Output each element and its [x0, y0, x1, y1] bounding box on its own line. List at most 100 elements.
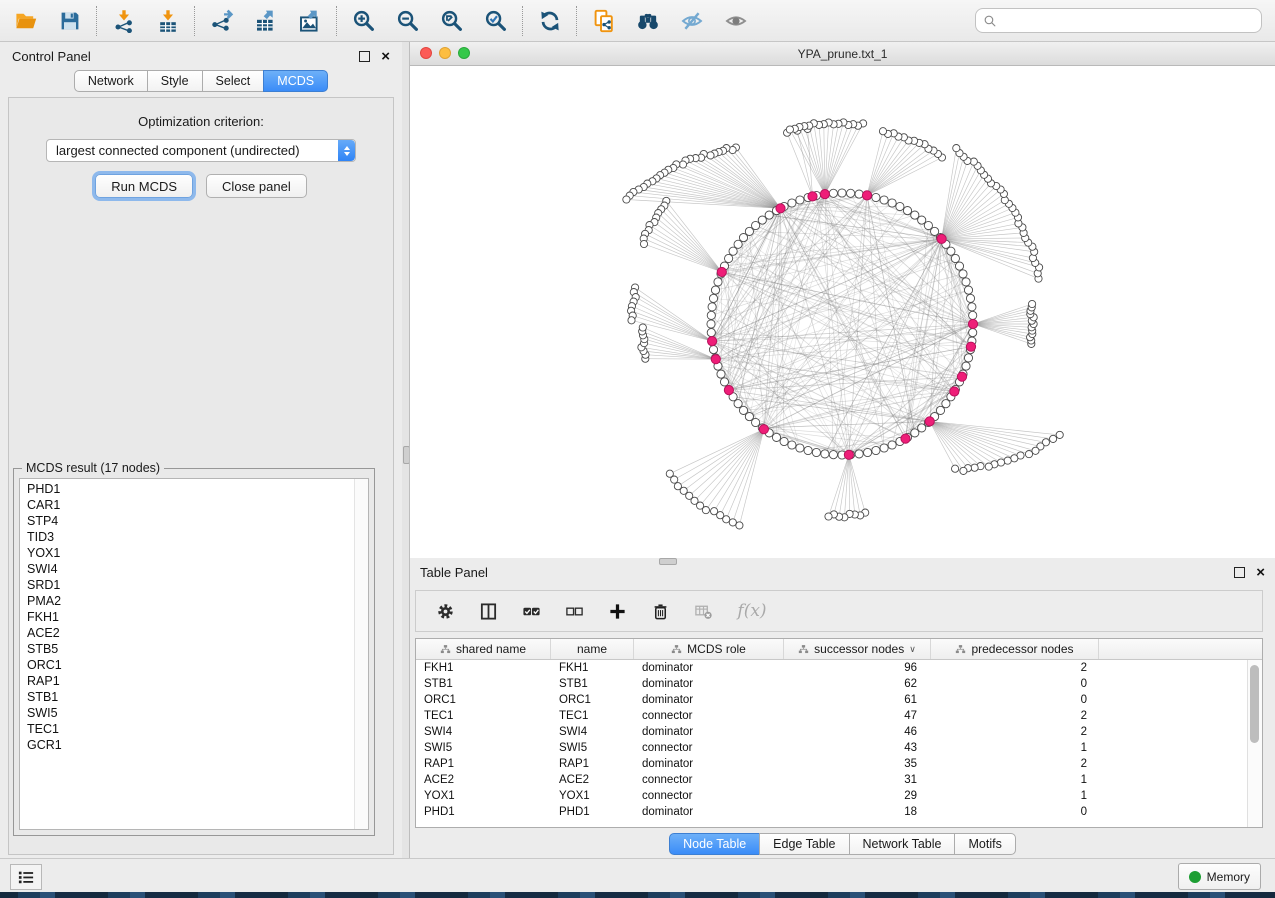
table-tab-network-table[interactable]: Network Table [849, 833, 956, 855]
network-node[interactable] [1029, 300, 1036, 307]
tab-mcds[interactable]: MCDS [263, 70, 328, 92]
cell-predecessor-nodes[interactable]: 2 [931, 756, 1099, 772]
sort-indicator-icon[interactable]: ∨ [909, 644, 916, 655]
network-node[interactable] [1050, 435, 1057, 442]
network-node[interactable] [679, 161, 686, 168]
network-node[interactable] [1004, 457, 1011, 464]
cell-MCDS-role[interactable]: dominator [634, 724, 784, 740]
network-node[interactable] [765, 211, 773, 219]
cell-name[interactable]: ORC1 [551, 692, 634, 708]
close-panel-icon[interactable]: × [381, 52, 390, 61]
network-node[interactable] [864, 448, 872, 456]
network-node[interactable] [855, 450, 863, 458]
mcds-result-item[interactable]: YOX1 [20, 545, 354, 561]
cell-MCDS-role[interactable]: dominator [634, 756, 784, 772]
network-node[interactable] [947, 247, 955, 255]
export-image-icon[interactable] [297, 8, 323, 34]
select-all-icon[interactable] [520, 600, 542, 622]
mcds-result-item[interactable]: TEC1 [20, 721, 354, 737]
network-window-titlebar[interactable]: YPA_prune.txt_1 [410, 42, 1275, 66]
network-node[interactable] [729, 519, 736, 526]
network-canvas[interactable] [410, 66, 1274, 558]
mcds-result-item[interactable]: FKH1 [20, 609, 354, 625]
table-row[interactable]: YOX1YOX1connector291 [416, 788, 1262, 804]
delete-column-icon[interactable] [649, 600, 671, 622]
mcds-hub-node[interactable] [808, 192, 817, 201]
cell-name[interactable]: SWI4 [551, 724, 634, 740]
window-minimize-icon[interactable] [439, 47, 451, 59]
mcds-result-item[interactable]: PMA2 [20, 593, 354, 609]
network-node[interactable] [962, 362, 970, 370]
network-node[interactable] [964, 354, 972, 362]
mcds-hub-node[interactable] [820, 190, 829, 199]
cell-name[interactable]: TEC1 [551, 708, 634, 724]
cell-shared-name[interactable]: ORC1 [416, 692, 551, 708]
tab-style[interactable]: Style [147, 70, 203, 92]
network-node[interactable] [707, 320, 715, 328]
column-header-shared-name[interactable]: shared name [416, 639, 551, 659]
network-node[interactable] [709, 346, 717, 354]
network-node[interactable] [969, 311, 977, 319]
cell-shared-name[interactable]: SWI4 [416, 724, 551, 740]
close-table-panel-icon[interactable]: × [1256, 568, 1265, 577]
network-node[interactable] [707, 311, 715, 319]
mcds-result-item[interactable]: SWI5 [20, 705, 354, 721]
mcds-hub-node[interactable] [957, 372, 966, 381]
zoom-selected-icon[interactable] [483, 8, 509, 34]
cell-predecessor-nodes[interactable]: 0 [931, 676, 1099, 692]
mcds-result-item[interactable]: RAP1 [20, 673, 354, 689]
network-node[interactable] [985, 463, 992, 470]
cell-successor-nodes[interactable]: 43 [784, 740, 931, 756]
cell-predecessor-nodes[interactable]: 2 [931, 660, 1099, 676]
table-row[interactable]: PHD1PHD1dominator180 [416, 804, 1262, 820]
network-node[interactable] [880, 196, 888, 204]
network-node[interactable] [711, 508, 718, 515]
network-node[interactable] [720, 378, 728, 386]
cell-successor-nodes[interactable]: 47 [784, 708, 931, 724]
float-table-panel-icon[interactable] [1234, 567, 1245, 578]
cell-successor-nodes[interactable]: 62 [784, 676, 931, 692]
network-node[interactable] [739, 234, 747, 242]
table-scrollbar-thumb[interactable] [1250, 665, 1259, 743]
mcds-hub-node[interactable] [844, 450, 853, 459]
network-node[interactable] [758, 216, 766, 224]
mcds-result-item[interactable]: CAR1 [20, 497, 354, 513]
network-node[interactable] [955, 262, 963, 270]
mcds-hub-node[interactable] [966, 342, 975, 351]
network-node[interactable] [1032, 447, 1039, 454]
network-node[interactable] [725, 254, 733, 262]
tab-network[interactable]: Network [74, 70, 148, 92]
save-session-icon[interactable] [57, 8, 83, 34]
network-node[interactable] [971, 464, 978, 471]
cell-successor-nodes[interactable]: 35 [784, 756, 931, 772]
mcds-result-item[interactable]: SRD1 [20, 577, 354, 593]
cell-successor-nodes[interactable]: 61 [784, 692, 931, 708]
cell-MCDS-role[interactable]: dominator [634, 676, 784, 692]
deselect-all-icon[interactable] [563, 600, 585, 622]
network-node[interactable] [903, 207, 911, 215]
column-layout-icon[interactable] [477, 600, 499, 622]
table-tab-node-table[interactable]: Node Table [669, 833, 760, 855]
network-node[interactable] [829, 451, 837, 459]
network-node[interactable] [964, 286, 972, 294]
show-all-icon[interactable] [723, 8, 749, 34]
network-node[interactable] [918, 216, 926, 224]
cell-successor-nodes[interactable]: 31 [784, 772, 931, 788]
cell-predecessor-nodes[interactable]: 1 [931, 772, 1099, 788]
open-file-icon[interactable] [13, 8, 39, 34]
import-table-icon[interactable] [155, 8, 181, 34]
table-row[interactable]: ACE2ACE2connector311 [416, 772, 1262, 788]
network-node[interactable] [821, 450, 829, 458]
export-table-icon[interactable] [253, 8, 279, 34]
mcds-result-item[interactable]: ACE2 [20, 625, 354, 641]
search-input[interactable] [1002, 10, 1261, 32]
network-node[interactable] [959, 270, 967, 278]
mcds-list-scrollbar[interactable] [354, 479, 368, 829]
table-row[interactable]: SWI5SWI5connector431 [416, 740, 1262, 756]
table-row[interactable]: STB1STB1dominator620 [416, 676, 1262, 692]
network-node[interactable] [879, 128, 886, 135]
cell-name[interactable]: RAP1 [551, 756, 634, 772]
cell-shared-name[interactable]: YOX1 [416, 788, 551, 804]
network-node[interactable] [855, 190, 863, 198]
network-node[interactable] [872, 446, 880, 454]
